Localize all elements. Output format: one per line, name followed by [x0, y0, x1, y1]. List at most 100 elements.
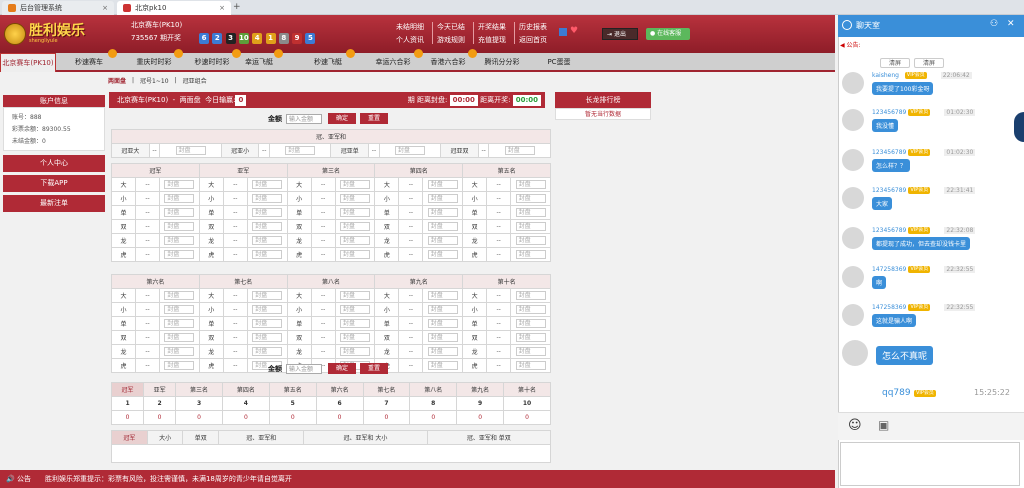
bet-input[interactable]: 封盘: [339, 222, 370, 231]
subnav-combo[interactable]: 冠亚组合: [183, 76, 207, 85]
bet-input[interactable]: 封盘: [504, 146, 535, 155]
bet-input[interactable]: 封盘: [427, 333, 458, 342]
stats-tab[interactable]: 冠军: [111, 430, 148, 445]
confirm-button[interactable]: 确定: [328, 113, 356, 124]
avatar[interactable]: [842, 227, 864, 249]
bet-input[interactable]: 封盘: [427, 236, 458, 245]
bet-input[interactable]: 封盘: [252, 291, 283, 300]
site-logo[interactable]: 胜利娱乐 shengliyule: [4, 19, 96, 49]
summary-header[interactable]: 第九名: [456, 382, 505, 397]
bet-input[interactable]: 封盘: [515, 333, 546, 342]
online-support-button[interactable]: ● 在线客服: [646, 28, 690, 40]
bet-input[interactable]: 封盘: [515, 250, 546, 259]
link-profile[interactable]: 个人资讯: [396, 35, 424, 45]
bet-input[interactable]: 封盘: [252, 333, 283, 342]
amount-input[interactable]: 输入金额: [286, 113, 322, 124]
bet-input[interactable]: 封盘: [339, 208, 370, 217]
bet-input[interactable]: 封盘: [427, 319, 458, 328]
bet-input[interactable]: 封盘: [164, 361, 195, 370]
bet-input[interactable]: 封盘: [339, 250, 370, 259]
link-history[interactable]: 历史报表: [519, 22, 547, 32]
summary-header[interactable]: 第四名: [221, 382, 270, 397]
confirm-button[interactable]: 确定: [328, 363, 356, 374]
bet-input[interactable]: 封盘: [164, 222, 195, 231]
bet-input[interactable]: 封盘: [339, 180, 370, 189]
bet-input[interactable]: 封盘: [515, 361, 546, 370]
bet-input[interactable]: 封盘: [427, 250, 458, 259]
logout-button[interactable]: ⇥ 退出: [602, 28, 638, 40]
bet-input[interactable]: 封盘: [164, 291, 195, 300]
avatar[interactable]: [842, 187, 864, 209]
bet-input[interactable]: 封盘: [164, 208, 195, 217]
avatar[interactable]: [842, 72, 864, 94]
bet-input[interactable]: 封盘: [164, 305, 195, 314]
bet-input[interactable]: 封盘: [339, 347, 370, 356]
bet-input[interactable]: 封盘: [515, 236, 546, 245]
summary-header[interactable]: 第六名: [315, 382, 364, 397]
link-deposit[interactable]: 充值提现: [478, 35, 506, 45]
bet-input[interactable]: 封盘: [252, 250, 283, 259]
summary-header[interactable]: 第五名: [268, 382, 317, 397]
bet-input[interactable]: 封盘: [515, 194, 546, 203]
bet-input[interactable]: 封盘: [252, 305, 283, 314]
link-rules[interactable]: 游戏规则: [437, 35, 465, 45]
emoji-icon[interactable]: ☺: [848, 418, 862, 433]
bet-input[interactable]: 封盘: [252, 208, 283, 217]
bet-input[interactable]: 封盘: [164, 180, 195, 189]
bet-input[interactable]: 封盘: [164, 347, 195, 356]
close-icon[interactable]: ✕: [1007, 19, 1015, 29]
summary-header[interactable]: 第八名: [409, 382, 458, 397]
bet-input[interactable]: 封盘: [339, 291, 370, 300]
bet-input[interactable]: 封盘: [252, 194, 283, 203]
bet-input[interactable]: 封盘: [515, 291, 546, 300]
bet-input[interactable]: 封盘: [285, 146, 316, 155]
reset-button[interactable]: 重置: [360, 113, 388, 124]
browser-tab-admin[interactable]: 后台管理系统 ×: [2, 1, 114, 15]
avatar[interactable]: [842, 149, 864, 171]
bet-input[interactable]: 封盘: [252, 236, 283, 245]
nav-item[interactable]: PC蛋蛋: [534, 53, 584, 72]
nav-item[interactable]: 腾讯分分彩: [470, 53, 534, 72]
bet-input[interactable]: 封盘: [515, 180, 546, 189]
clear-screen-button[interactable]: 清屏: [914, 58, 944, 68]
bet-input[interactable]: 封盘: [427, 347, 458, 356]
bet-input[interactable]: 封盘: [164, 236, 195, 245]
heart-icon[interactable]: ♥: [570, 26, 578, 36]
reset-button[interactable]: 重置: [360, 363, 388, 374]
summary-header[interactable]: 第十名: [503, 382, 551, 397]
close-icon[interactable]: ×: [102, 4, 108, 12]
personal-center-button[interactable]: 个人中心: [3, 155, 105, 172]
amount-input[interactable]: 输入金额: [286, 363, 322, 374]
add-user-icon[interactable]: ⚇: [990, 19, 998, 29]
subnav-two-sides[interactable]: 两面盘: [108, 76, 126, 85]
latest-bets-button[interactable]: 最新注单: [3, 195, 105, 212]
bet-input[interactable]: 封盘: [164, 333, 195, 342]
stats-tab[interactable]: 冠、亚军和 单双: [426, 430, 552, 445]
bet-input[interactable]: 封盘: [339, 194, 370, 203]
subnav-numbers[interactable]: 冠号1~10: [140, 76, 168, 85]
bet-input[interactable]: 封盘: [427, 208, 458, 217]
stats-tab[interactable]: 冠、亚军和: [218, 430, 305, 445]
bet-input[interactable]: 封盘: [515, 222, 546, 231]
bet-input[interactable]: 封盘: [252, 319, 283, 328]
bet-input[interactable]: 封盘: [252, 347, 283, 356]
stats-tab[interactable]: 冠、亚军和 大小: [303, 430, 428, 445]
sound-icon[interactable]: [559, 28, 567, 36]
close-icon[interactable]: ×: [219, 4, 225, 12]
summary-header[interactable]: 第三名: [175, 382, 223, 397]
download-app-button[interactable]: 下载APP: [3, 175, 105, 192]
bet-input[interactable]: 封盘: [515, 347, 546, 356]
nav-item[interactable]: 北京赛车(PK10): [0, 53, 56, 72]
stats-tab[interactable]: 单双: [182, 430, 220, 445]
avatar[interactable]: [842, 304, 864, 326]
avatar[interactable]: [842, 266, 864, 288]
bet-input[interactable]: 封盘: [515, 319, 546, 328]
bet-input[interactable]: 封盘: [427, 222, 458, 231]
link-unsettled[interactable]: 未结明细: [396, 22, 424, 32]
browser-tab-pk10[interactable]: 北京pk10 ×: [117, 1, 231, 15]
bet-input[interactable]: 封盘: [427, 291, 458, 300]
bet-input[interactable]: 封盘: [339, 333, 370, 342]
bet-input[interactable]: 封盘: [252, 180, 283, 189]
side-float-icon[interactable]: [1014, 112, 1024, 142]
bet-input[interactable]: 封盘: [427, 361, 458, 370]
